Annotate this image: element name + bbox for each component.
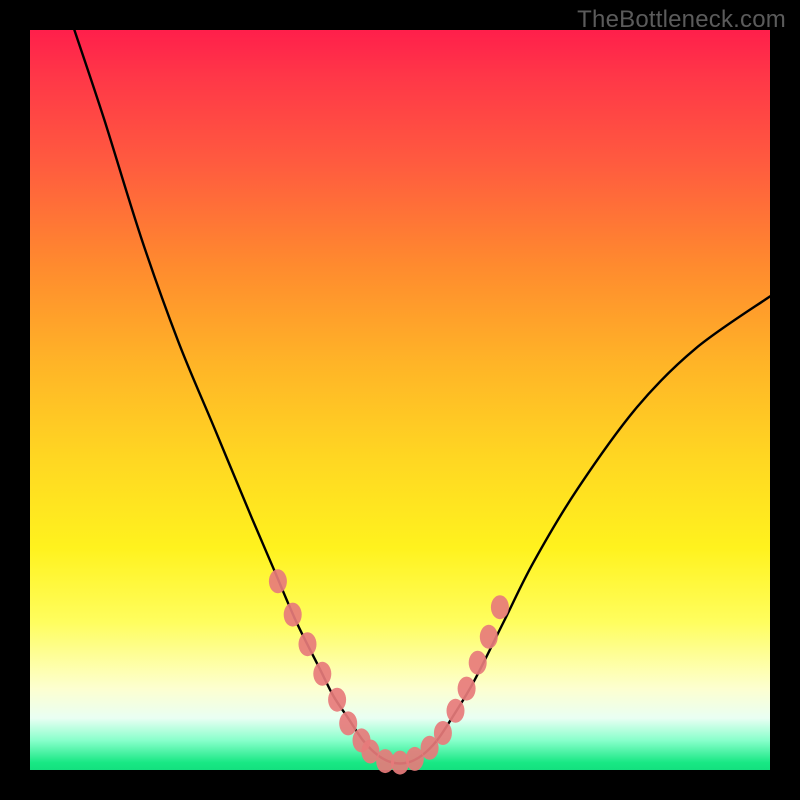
curve-marker (339, 711, 357, 735)
curve-marker (313, 662, 331, 686)
curve-marker (269, 569, 287, 593)
chart-svg (30, 30, 770, 770)
curve-marker (299, 632, 317, 656)
curve-marker (434, 721, 452, 745)
curve-marker (458, 677, 476, 701)
curve-marker (447, 699, 465, 723)
curve-marker (328, 688, 346, 712)
bottleneck-curve (74, 30, 770, 764)
curve-marker (491, 595, 509, 619)
plot-area (30, 30, 770, 770)
curve-markers (269, 569, 509, 774)
curve-marker (480, 625, 498, 649)
curve-marker (284, 603, 302, 627)
chart-stage: TheBottleneck.com (0, 0, 800, 800)
curve-marker (469, 651, 487, 675)
